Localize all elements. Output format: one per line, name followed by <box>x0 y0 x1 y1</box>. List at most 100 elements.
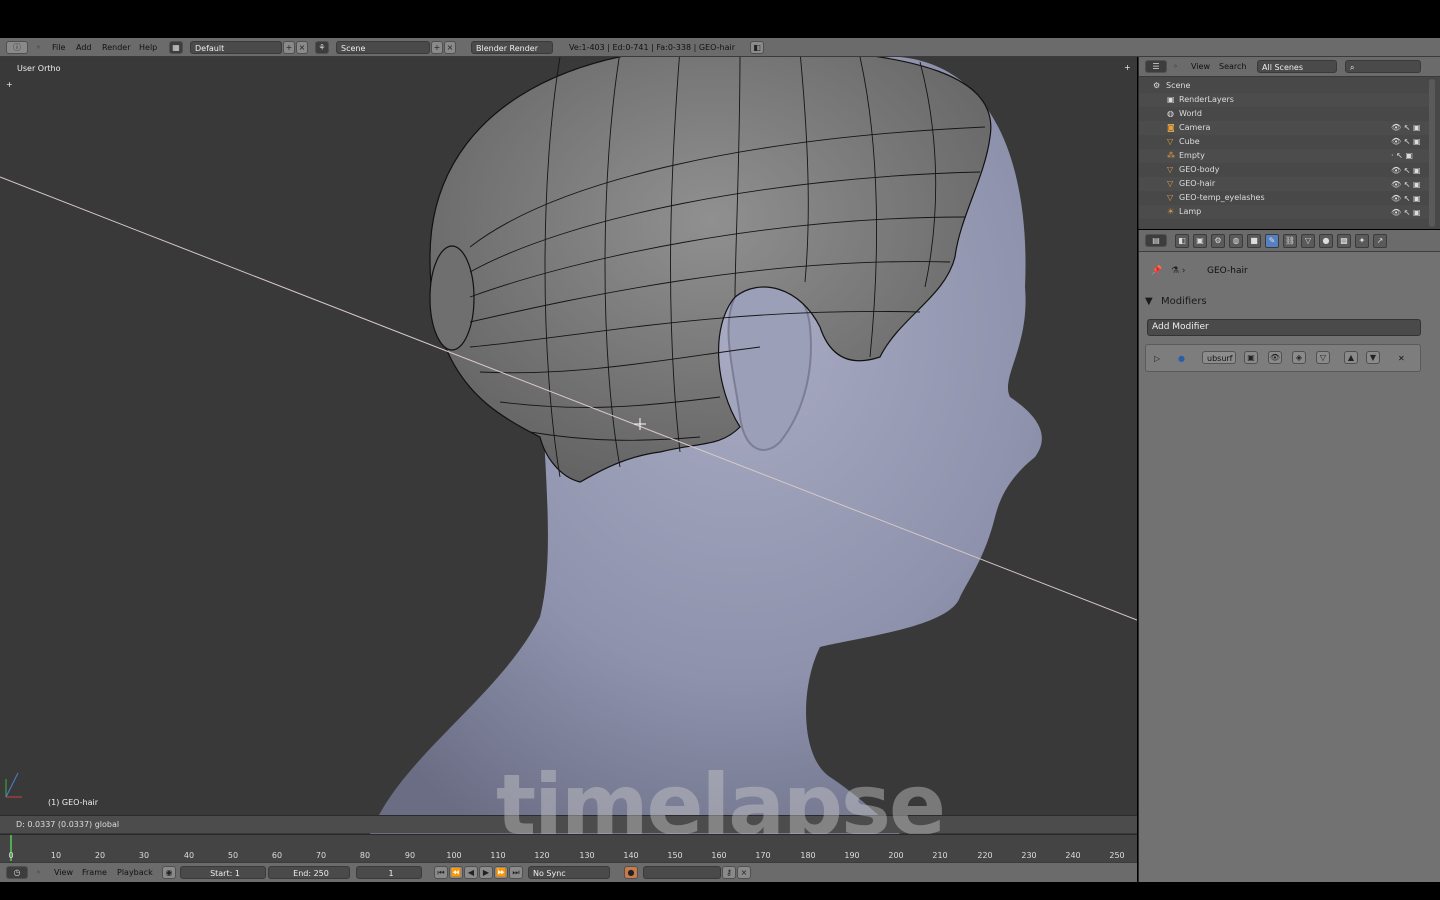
outliner-row[interactable]: ▣ RenderLayers <box>1139 93 1429 107</box>
view-name: User Ortho <box>17 64 61 73</box>
start-frame-field[interactable]: Start: 1 <box>180 866 266 879</box>
tab-material[interactable]: ● <box>1319 234 1333 248</box>
cage-toggle-icon[interactable]: ▽ <box>1316 351 1330 364</box>
menu-frame[interactable]: Frame <box>82 866 107 879</box>
mesh-icon: ▽ <box>1167 193 1174 202</box>
record-key-icon[interactable]: ◉ <box>162 866 176 879</box>
transform-status: D: 0.0337 (0.0337) global <box>16 820 120 829</box>
outliner-row[interactable]: ▽ GEO-hair <box>1139 177 1429 191</box>
expand-icon[interactable]: ▷ <box>1154 352 1160 365</box>
viewport-toggle-icon[interactable]: 👁 <box>1268 351 1282 364</box>
editmode-toggle-icon[interactable]: ◈ <box>1292 351 1306 364</box>
outliner-type-icon[interactable]: ☰ <box>1145 60 1167 73</box>
scene-field[interactable]: Scene <box>336 41 430 54</box>
panel-collapse-icon[interactable]: ▼ <box>1145 296 1153 307</box>
add-layout-icon[interactable]: + <box>283 41 295 54</box>
object-icon: ⚗ › <box>1171 266 1186 276</box>
render-toggle-icon[interactable]: ▣ <box>1244 351 1258 364</box>
outliner[interactable]: ☰ ◦ View Search All Scenes ⌕ ⚙ Scene ▣ Ren… <box>1138 57 1440 229</box>
current-frame-field[interactable]: 1 <box>356 866 422 879</box>
menu-playback[interactable]: Playback <box>117 866 153 879</box>
remove-scene-icon[interactable]: × <box>444 41 456 54</box>
collapse-icon[interactable]: ◦ <box>36 866 41 879</box>
editor-type-icon[interactable]: ⓘ <box>6 41 28 54</box>
end-frame-field[interactable]: End: 250 <box>268 866 350 879</box>
tab-texture[interactable]: ▩ <box>1337 234 1351 248</box>
outliner-row[interactable]: ⁂ Empty <box>1139 149 1429 163</box>
move-down-icon[interactable]: ▼ <box>1366 351 1380 364</box>
add-modifier-button[interactable]: Add Modifier <box>1147 319 1421 336</box>
outliner-row[interactable]: ◍ World <box>1139 107 1429 121</box>
jump-start-icon[interactable]: ⏮ <box>434 866 448 879</box>
tab-render-layers[interactable]: ▣ <box>1193 234 1207 248</box>
display-mode-select[interactable]: All Scenes <box>1257 60 1337 73</box>
properties-editor[interactable]: ▤ ◧ ▣ ⚙ ◍ ■ ✎ ⛓ ▽ ● ▩ ✦ ↗ 📌 ⚗ › GEO-hair… <box>1138 230 1440 882</box>
screen-layout-field[interactable]: Default <box>190 41 282 54</box>
add-scene-icon[interactable]: + <box>431 41 443 54</box>
visibility-icons[interactable]: 👁 ↖ ▣ 👁 ↖ ▣ · ↖ ▣ 👁 ↖ ▣ 👁 ↖ ▣ 👁 ↖ ▣ 👁 ↖ ▣ <box>1391 121 1421 220</box>
menu-add[interactable]: Add <box>76 41 92 54</box>
ruler-label: 130 <box>579 851 595 860</box>
ruler-label: 80 <box>359 851 371 860</box>
menu-file[interactable]: File <box>52 41 65 54</box>
keying-set-field[interactable] <box>643 866 721 879</box>
collapse-icon[interactable]: ◦ <box>1173 60 1178 73</box>
outliner-row[interactable]: ▽ GEO-temp_eyelashes <box>1139 191 1429 205</box>
tab-modifiers[interactable]: ✎ <box>1265 234 1279 248</box>
outliner-row[interactable]: ⚙ Scene <box>1139 79 1429 93</box>
outliner-row[interactable]: ▽ Cube <box>1139 135 1429 149</box>
outliner-row[interactable]: ◙ Camera <box>1139 121 1429 135</box>
ruler-label: 120 <box>534 851 550 860</box>
tab-object[interactable]: ■ <box>1247 234 1261 248</box>
tab-particles[interactable]: ✦ <box>1355 234 1369 248</box>
collapse-icon[interactable]: ◦ <box>36 41 41 54</box>
sync-select[interactable]: No Sync <box>528 866 610 879</box>
menu-help[interactable]: Help <box>139 41 157 54</box>
remove-layout-icon[interactable]: × <box>296 41 308 54</box>
play-icon[interactable]: ▶ <box>479 866 493 879</box>
lamp-icon: ☀ <box>1167 207 1175 216</box>
prev-key-icon[interactable]: ⏪ <box>449 866 463 879</box>
properties-type-icon[interactable]: ▤ <box>1145 234 1167 247</box>
tab-scene[interactable]: ⚙ <box>1211 234 1225 248</box>
tab-render[interactable]: ◧ <box>1175 234 1189 248</box>
ruler-label: 50 <box>227 851 239 860</box>
toolshelf-toggle-icon[interactable]: + <box>6 80 13 89</box>
tab-physics[interactable]: ↗ <box>1373 234 1387 248</box>
insert-key-icon[interactable]: ⚷ <box>722 866 736 879</box>
delete-key-icon[interactable]: × <box>737 866 751 879</box>
next-key-icon[interactable]: ⏩ <box>494 866 508 879</box>
properties-toggle-icon[interactable]: + <box>1124 63 1131 72</box>
pin-icon[interactable]: 📌 <box>1151 266 1162 276</box>
panel-title: Modifiers <box>1161 296 1207 307</box>
tab-data[interactable]: ▽ <box>1301 234 1315 248</box>
auto-key-icon[interactable]: ● <box>624 866 638 879</box>
jump-end-icon[interactable]: ⏭ <box>509 866 523 879</box>
scene-icon[interactable]: ⚘ <box>315 41 329 54</box>
outliner-search-input[interactable]: ⌕ <box>1345 60 1421 73</box>
breadcrumb: GEO-hair <box>1207 266 1248 276</box>
render-icon[interactable]: ◧ <box>750 41 764 54</box>
camera-icon: ◙ <box>1167 123 1175 132</box>
tab-constraints[interactable]: ⛓ <box>1283 234 1297 248</box>
layout-icon[interactable]: ▦ <box>169 41 183 54</box>
play-reverse-icon[interactable]: ◀ <box>464 866 478 879</box>
menu-search[interactable]: Search <box>1219 60 1246 73</box>
render-engine-select[interactable]: Blender Render <box>471 41 553 54</box>
outliner-row[interactable]: ▽ GEO-body <box>1139 163 1429 177</box>
ruler-label: 250 <box>1109 851 1125 860</box>
timeline-ruler[interactable]: 0 10 20 30 40 50 60 70 80 90 100 110 120… <box>0 834 1137 862</box>
menu-view[interactable]: View <box>1191 60 1210 73</box>
menu-render[interactable]: Render <box>102 41 130 54</box>
move-up-icon[interactable]: ▲ <box>1344 351 1358 364</box>
clock-icon[interactable]: ◷ <box>6 866 28 879</box>
remove-modifier-icon[interactable]: ✕ <box>1398 352 1405 365</box>
outliner-scrollbar[interactable] <box>1429 79 1435 227</box>
outliner-row[interactable]: ☀ Lamp <box>1139 205 1429 219</box>
menu-view[interactable]: View <box>54 866 73 879</box>
ruler-label: 100 <box>446 851 462 860</box>
ruler-label: 0 <box>8 851 14 860</box>
3d-viewport[interactable]: User Ortho + + (1) GEO-hair <box>0 57 1137 834</box>
tab-world[interactable]: ◍ <box>1229 234 1243 248</box>
modifier-name-field[interactable]: ubsurf <box>1202 351 1236 364</box>
